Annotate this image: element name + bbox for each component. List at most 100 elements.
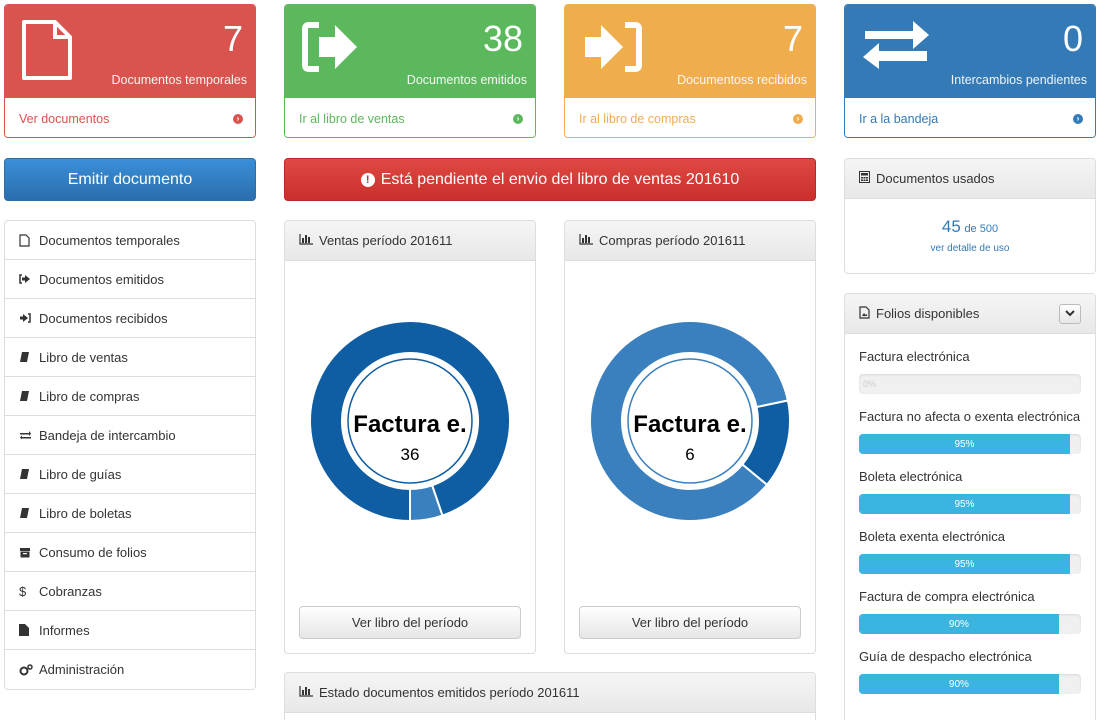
stat-link-text: Ir al libro de compras	[579, 111, 696, 126]
arrow-circle-right-icon: ›	[233, 113, 243, 124]
stat-value: 7	[782, 18, 803, 59]
stat-label: Documentos emitidos	[406, 73, 527, 87]
ir-libro-ventas-link[interactable]: Ir al libro de ventas ›	[285, 97, 535, 137]
archive-icon	[19, 547, 39, 558]
file-text-icon	[19, 624, 39, 636]
panel-title: Ventas período 201611	[319, 233, 453, 248]
sidebar-item-administracion[interactable]: Administración	[5, 650, 255, 689]
panel-title: Estado documentos emitidos período 20161…	[319, 685, 580, 700]
folio-progress-fill: 90%	[859, 614, 1059, 634]
stat-card-temporales: 7 Documentos temporales Ver documentos ›	[4, 4, 256, 138]
stat-label: Intercambios pendientes	[950, 73, 1087, 87]
arrow-circle-right-icon: ›	[1073, 113, 1083, 124]
sidebar-item-informes[interactable]: Informes	[5, 611, 255, 650]
sidebar-item-libro-boletas[interactable]: Libro de boletas	[5, 494, 255, 533]
folio-name: Boleta exenta electrónica	[859, 529, 1005, 544]
stat-card-header: 0 Intercambios pendientes	[845, 5, 1095, 97]
sidebar-item-label: Documentos temporales	[39, 232, 180, 248]
sidebar-item-documentos-recibidos[interactable]: Documentos recibidos	[5, 299, 255, 338]
panel-title: Compras período 201611	[599, 233, 746, 248]
stat-value: 0	[1062, 18, 1083, 59]
ver-libro-periodo-button[interactable]: Ver libro del período	[579, 606, 801, 639]
panel-title-group: Folios disponibles	[859, 305, 980, 322]
emitir-documento-button[interactable]: Emitir documento	[4, 158, 256, 201]
exclamation-circle-icon: !	[360, 172, 375, 187]
pending-alert[interactable]: ! Está pendiente el envio del libro de v…	[284, 158, 816, 201]
book-icon	[19, 390, 39, 402]
stat-link-text: Ver documentos	[19, 111, 110, 126]
usados-total: de 500	[964, 223, 999, 235]
folio-progress-fill: 95%	[859, 554, 1070, 574]
folio-progress-fill: 95%	[859, 434, 1070, 454]
sidebar-item-cobranzas[interactable]: $ Cobranzas	[5, 572, 255, 611]
sidebar-item-label: Libro de boletas	[39, 505, 132, 521]
panel-title: Folios disponibles	[876, 306, 980, 321]
ir-libro-compras-link[interactable]: Ir al libro de compras ›	[565, 97, 815, 137]
sidebar-item-libro-guias[interactable]: Libro de guías	[5, 455, 255, 494]
stat-label: Documentoss recibidos	[677, 73, 807, 87]
ventas-donut-chart[interactable]: Factura e. 36	[285, 261, 535, 601]
sign-in-icon	[19, 313, 39, 323]
stat-value: 38	[482, 18, 523, 59]
arrow-circle-right-icon: ›	[793, 113, 803, 124]
sign-out-icon	[301, 19, 361, 78]
file-image-icon	[859, 305, 870, 322]
sidebar-item-documentos-emitidos[interactable]: Documentos emitidos	[5, 260, 255, 299]
sidebar-item-label: Administración	[39, 662, 125, 677]
estado-documentos-panel: Estado documentos emitidos período 20161…	[284, 672, 816, 720]
folio-progress-bar: 90%	[859, 614, 1081, 634]
sidebar-item-label: Libro de guías	[39, 466, 122, 482]
sidebar-item-bandeja-intercambio[interactable]: Bandeja de intercambio	[5, 416, 255, 455]
stat-link-text: Ir a la bandeja	[859, 111, 939, 126]
alert-text: Está pendiente el envio del libro de ven…	[380, 170, 740, 188]
folio-progress-fill: 95%	[859, 494, 1070, 514]
sign-in-icon	[581, 19, 645, 78]
compras-donut-chart[interactable]: Factura e. 6	[565, 261, 815, 601]
sidebar-item-documentos-temporales[interactable]: Documentos temporales	[5, 221, 255, 260]
arrow-circle-right-icon: ›	[513, 113, 523, 124]
sidebar-item-label: Documentos recibidos	[39, 310, 168, 326]
folio-item: Boleta exenta electrónica 95%	[859, 528, 1081, 574]
chevron-down-icon	[1065, 310, 1075, 317]
file-o-icon	[19, 233, 39, 247]
file-icon	[21, 19, 73, 84]
ir-bandeja-link[interactable]: Ir a la bandeja ›	[845, 97, 1095, 137]
stat-card-recibidos: 7 Documentoss recibidos Ir al libro de c…	[564, 4, 816, 138]
chart-center-value: 36	[400, 445, 420, 464]
cogs-icon	[19, 663, 39, 676]
folio-progress-bar: 0%	[859, 374, 1081, 394]
stat-card-header: 7 Documentoss recibidos	[565, 5, 815, 97]
folio-name: Boleta electrónica	[859, 469, 963, 484]
stat-card-intercambios: 0 Intercambios pendientes Ir a la bandej…	[844, 4, 1096, 138]
stat-card-header: 7 Documentos temporales	[5, 5, 255, 97]
sidebar-item-consumo-folios[interactable]: Consumo de folios	[5, 533, 255, 572]
ventas-panel: Ventas período 201611 Factura e. 36 Ver …	[284, 220, 536, 654]
chart-center-value: 6	[685, 445, 695, 464]
folio-list: Factura electrónica 0% Factura no afecta o…	[845, 334, 1095, 694]
folio-progress-bar: 95%	[859, 434, 1081, 454]
stat-link-text: Ir al libro de ventas	[299, 111, 405, 126]
book-icon	[19, 351, 39, 363]
stat-label: Documentos temporales	[111, 73, 247, 87]
sign-out-icon	[19, 274, 39, 284]
ver-detalle-uso-link[interactable]: ver detalle de uso	[845, 243, 1095, 254]
stat-card-emitidos: 38 Documentos emitidos Ir al libro de ve…	[284, 4, 536, 138]
sidebar-item-label: Libro de compras	[39, 388, 140, 404]
stat-value: 7	[222, 18, 243, 59]
bar-chart-icon	[299, 233, 313, 248]
sidebar-item-label: Documentos emitidos	[39, 271, 164, 287]
folio-name: Factura no afecta o exenta electrónica	[859, 409, 1081, 424]
sidebar-item-label: Cobranzas	[39, 583, 102, 599]
sidebar-item-label: Informes	[39, 622, 90, 638]
folio-item: Guía de despacho electrónica 90%	[859, 648, 1081, 694]
exchange-icon	[19, 430, 39, 440]
collapse-toggle-button[interactable]	[1059, 303, 1081, 324]
folio-progress-fill: 0%	[863, 379, 877, 389]
book-icon	[19, 507, 39, 519]
sidebar-item-libro-compras[interactable]: Libro de compras	[5, 377, 255, 416]
ver-documentos-link[interactable]: Ver documentos ›	[5, 97, 255, 137]
folio-progress-bar: 95%	[859, 494, 1081, 514]
ver-libro-periodo-button[interactable]: Ver libro del período	[299, 606, 521, 639]
sidebar-menu: Documentos temporales Documentos emitido…	[4, 220, 256, 690]
sidebar-item-libro-ventas[interactable]: Libro de ventas	[5, 338, 255, 377]
